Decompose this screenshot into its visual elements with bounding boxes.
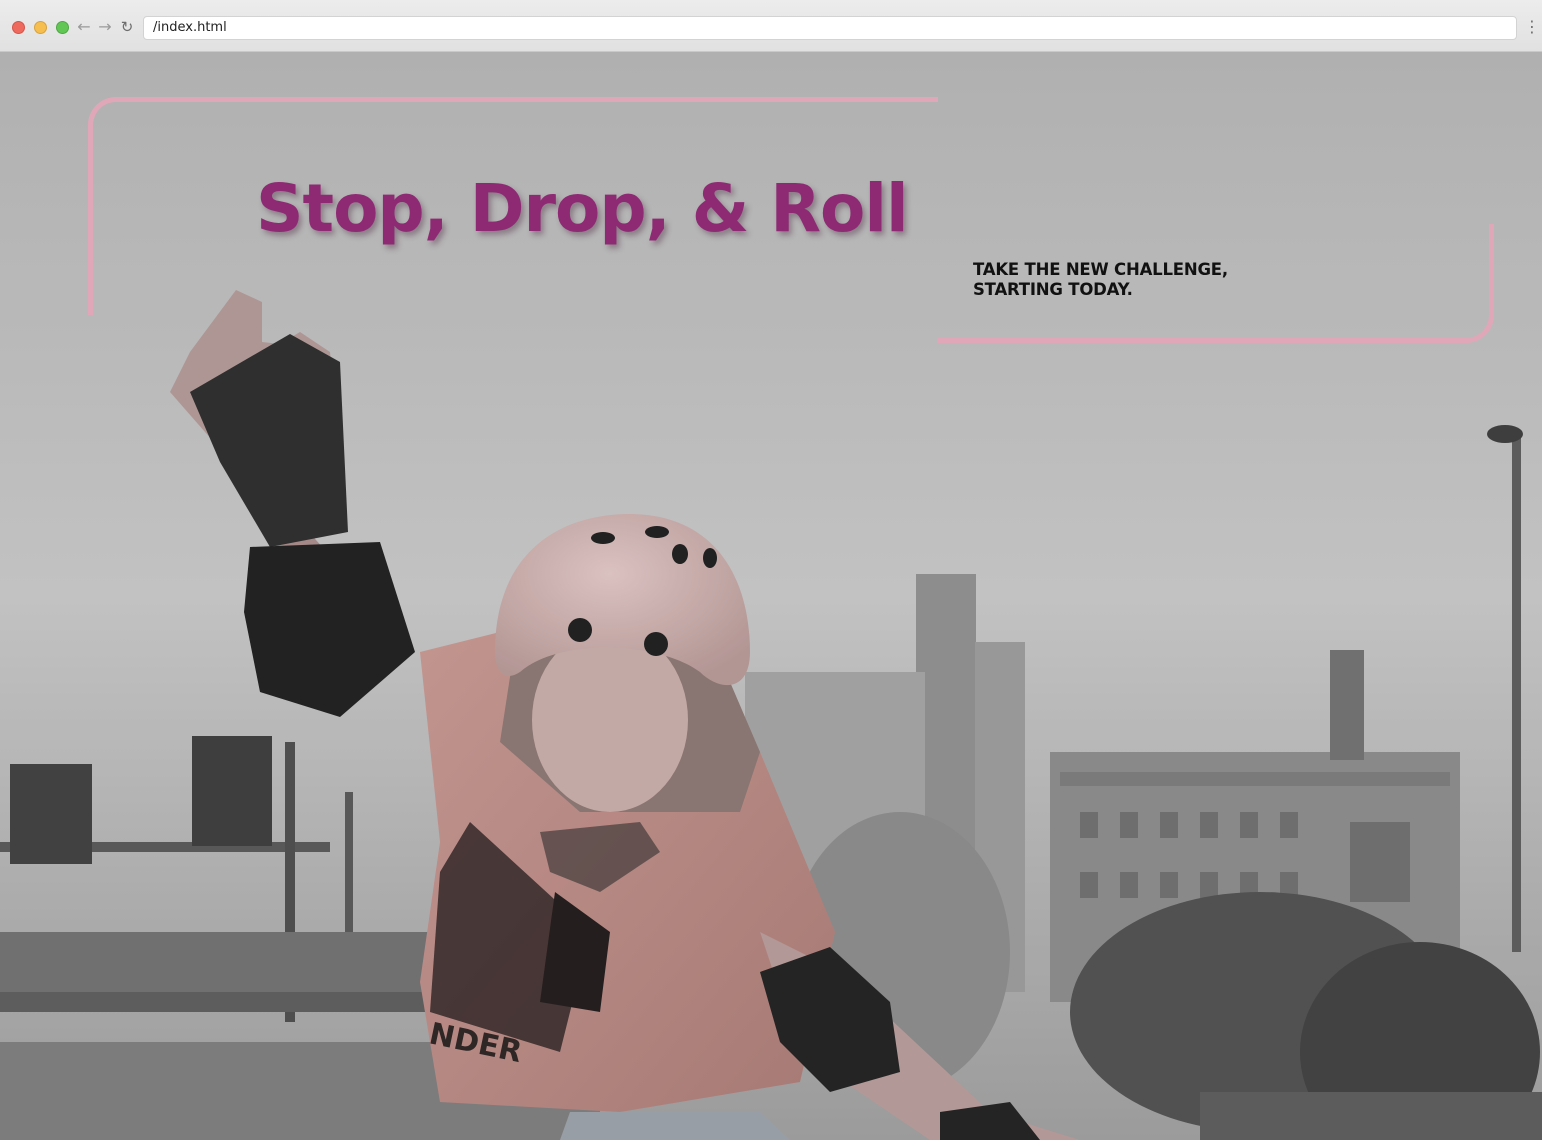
back-arrow-icon[interactable]: ← [74,16,94,38]
hero-tagline: TAKE THE NEW CHALLENGE, STARTING TODAY. [973,260,1273,300]
window-close-button[interactable] [12,21,25,34]
window-maximize-button[interactable] [56,21,69,34]
hero-section: NDER Stop, Drop, & Roll TAKE THE NEW CHA… [0,52,1542,1140]
browser-menu-icon[interactable]: ⋮ [1524,16,1540,40]
hero-title: Stop, Drop, & Roll [256,170,909,247]
address-bar[interactable]: /index.html [143,16,1517,40]
hero-tagline-line-1: TAKE THE NEW CHALLENGE, [973,260,1228,279]
reload-icon[interactable]: ↻ [117,16,137,38]
window-minimize-button[interactable] [34,21,47,34]
hero-tagline-line-2: STARTING TODAY. [973,280,1133,299]
forward-arrow-icon[interactable]: → [95,16,115,38]
browser-toolbar: ← → ↻ /index.html ⋮ [0,0,1542,52]
